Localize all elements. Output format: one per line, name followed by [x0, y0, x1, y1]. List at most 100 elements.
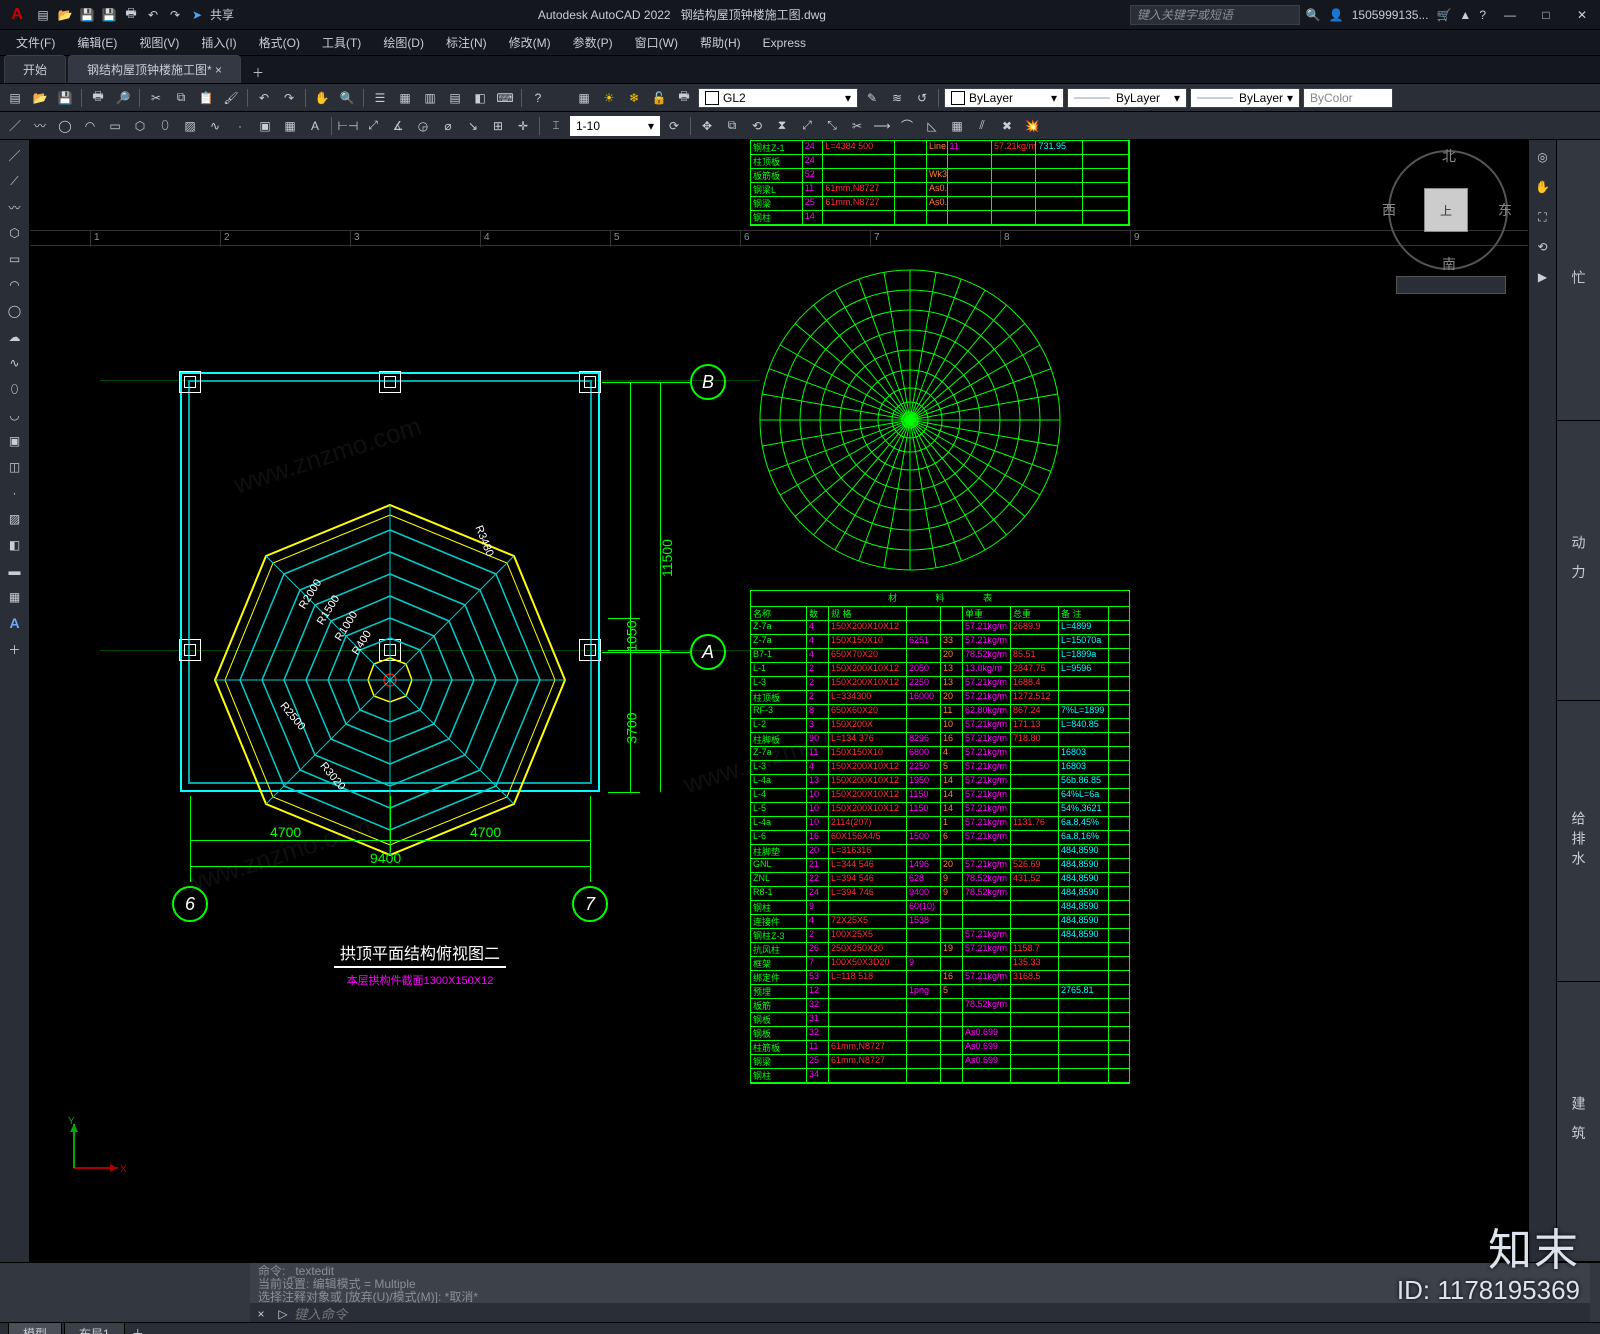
minimize-button[interactable]: — [1492, 5, 1528, 25]
tab-close-icon[interactable]: × [215, 63, 222, 77]
menu-item[interactable]: 视图(V) [129, 31, 189, 54]
hatch-icon[interactable]: ▨ [4, 508, 26, 530]
command-input[interactable] [294, 1307, 1590, 1322]
cart-icon[interactable]: 🛒 [1436, 8, 1451, 22]
open-icon[interactable]: 📂 [29, 87, 51, 109]
layer-lock-icon[interactable]: 🔓 [648, 87, 670, 109]
viewcube-north[interactable]: 北 [1442, 146, 1456, 166]
tolerance-icon[interactable]: ⊞ [487, 115, 509, 137]
pline-icon[interactable]: 〰 [4, 196, 26, 218]
dim-scale-dropdown[interactable]: 1-10 ▾ [570, 116, 660, 136]
user-name[interactable]: 1505999135... [1352, 8, 1429, 22]
move-icon[interactable]: ✥ [696, 115, 718, 137]
docked-panel[interactable]: 给排水 [1557, 701, 1600, 982]
menu-item[interactable]: 格式(O) [249, 31, 310, 54]
point-icon[interactable]: · [4, 482, 26, 504]
leader-icon[interactable]: ↘ [462, 115, 484, 137]
cmd-close-icon[interactable]: × [250, 1307, 272, 1321]
pan-icon[interactable]: ✋ [1532, 176, 1554, 198]
menu-item[interactable]: 编辑(E) [67, 31, 127, 54]
plot-icon[interactable]: 🖶 [122, 6, 140, 24]
make-block-icon[interactable]: ◫ [4, 456, 26, 478]
polygon-icon[interactable]: ⬡ [4, 222, 26, 244]
rect-icon[interactable]: ▭ [4, 248, 26, 270]
apps-icon[interactable]: ▲ [1459, 8, 1471, 22]
hatch-icon[interactable]: ▨ [179, 115, 201, 137]
docked-panel[interactable]: 建 筑 [1557, 982, 1600, 1263]
layer-properties-icon[interactable]: ▦ [573, 87, 595, 109]
table-icon[interactable]: ▦ [4, 586, 26, 608]
share-icon[interactable]: ➤ [188, 6, 206, 24]
open-icon[interactable]: 📂 [56, 6, 74, 24]
designcenter-icon[interactable]: ▦ [394, 87, 416, 109]
help2-icon[interactable]: ? [527, 87, 549, 109]
menu-item[interactable]: 帮助(H) [690, 31, 751, 54]
insert-icon[interactable]: ▣ [4, 430, 26, 452]
linetype-dropdown[interactable]: ByLayer ▾ [1067, 88, 1187, 108]
layer-on-icon[interactable]: ☀ [598, 87, 620, 109]
menu-item[interactable]: 工具(T) [312, 31, 371, 54]
xline-icon[interactable]: ⟋ [4, 170, 26, 192]
docked-panel[interactable]: 忙 [1557, 140, 1600, 421]
saveas-icon[interactable]: 💾 [100, 6, 118, 24]
offset-icon[interactable]: ⫽ [971, 115, 993, 137]
layer-dropdown[interactable]: GL2 ▾ [698, 88, 858, 108]
line-icon[interactable]: ／ [4, 144, 26, 166]
scale-icon[interactable]: ⤢ [796, 115, 818, 137]
mirror-icon[interactable]: ⧗ [771, 115, 793, 137]
centermark-icon[interactable]: ✛ [512, 115, 534, 137]
preview-icon[interactable]: 🔎 [112, 87, 134, 109]
polygon-icon[interactable]: ⬡ [129, 115, 151, 137]
circle-icon[interactable]: ◯ [54, 115, 76, 137]
spline-icon[interactable]: ∿ [4, 352, 26, 374]
layer-plot-icon[interactable]: 🖶 [673, 87, 695, 109]
dim-aligned-icon[interactable]: ⤢ [362, 115, 384, 137]
user-icon[interactable]: 👤 [1329, 8, 1344, 22]
help-icon[interactable]: ? [1479, 8, 1486, 22]
menu-item[interactable]: 插入(I) [191, 31, 246, 54]
paste-icon[interactable]: 📋 [195, 87, 217, 109]
zoom-icon[interactable]: 🔍 [336, 87, 358, 109]
explode-icon[interactable]: 💥 [1021, 115, 1043, 137]
ellipse-icon[interactable]: ⬯ [154, 115, 176, 137]
dim-dia-icon[interactable]: ⌀ [437, 115, 459, 137]
undo-icon[interactable]: ↶ [253, 87, 275, 109]
save-icon[interactable]: 💾 [78, 6, 96, 24]
line-icon[interactable]: ／ [4, 115, 26, 137]
chamfer-icon[interactable]: ◺ [921, 115, 943, 137]
toolpalettes-icon[interactable]: ▥ [419, 87, 441, 109]
undo-icon[interactable]: ↶ [144, 6, 162, 24]
sheetset-icon[interactable]: ▤ [444, 87, 466, 109]
copy2-icon[interactable]: ⧉ [721, 115, 743, 137]
print-icon[interactable]: 🖶 [87, 87, 109, 109]
view-command-box[interactable] [1396, 276, 1506, 294]
layout-add-button[interactable]: ＋ [127, 1325, 149, 1334]
pan-icon[interactable]: ✋ [311, 87, 333, 109]
redo-icon[interactable]: ↷ [166, 6, 184, 24]
dimstyle-icon[interactable]: ⌶ [545, 115, 567, 137]
plotstyle-dropdown[interactable]: ByColor [1303, 88, 1393, 108]
layer-freeze-icon[interactable]: ❄ [623, 87, 645, 109]
command-history[interactable]: 命令: _textedit当前设置: 编辑模式 = Multiple选择注释对象… [250, 1263, 1590, 1303]
rotate-icon[interactable]: ⟲ [746, 115, 768, 137]
tab-active-doc[interactable]: 钢结构屋顶钟楼施工图* × [68, 55, 241, 83]
showmotion-icon[interactable]: ▶ [1532, 266, 1554, 288]
layer-match-icon[interactable]: ≋ [886, 87, 908, 109]
stretch-icon[interactable]: ⤡ [821, 115, 843, 137]
ellipse-arc-icon[interactable]: ◡ [4, 404, 26, 426]
menu-item[interactable]: 文件(F) [6, 31, 65, 54]
text-icon[interactable]: A [304, 115, 326, 137]
erase-icon[interactable]: ✖ [996, 115, 1018, 137]
calc-icon[interactable]: ⌨ [494, 87, 516, 109]
redo-icon[interactable]: ↷ [278, 87, 300, 109]
revcloud-icon[interactable]: ☁ [4, 326, 26, 348]
addselected-icon[interactable]: ＋ [4, 638, 26, 660]
menu-item[interactable]: 修改(M) [499, 31, 561, 54]
block-icon[interactable]: ▣ [254, 115, 276, 137]
markup-icon[interactable]: ◧ [469, 87, 491, 109]
navwheel-icon[interactable]: ◎ [1532, 146, 1554, 168]
ellipse-icon[interactable]: ⬯ [4, 378, 26, 400]
point-icon[interactable]: · [229, 115, 251, 137]
drawing-canvas[interactable]: 123456789 上 北 南 东 西 [30, 140, 1528, 1262]
menu-item[interactable]: 参数(P) [563, 31, 623, 54]
